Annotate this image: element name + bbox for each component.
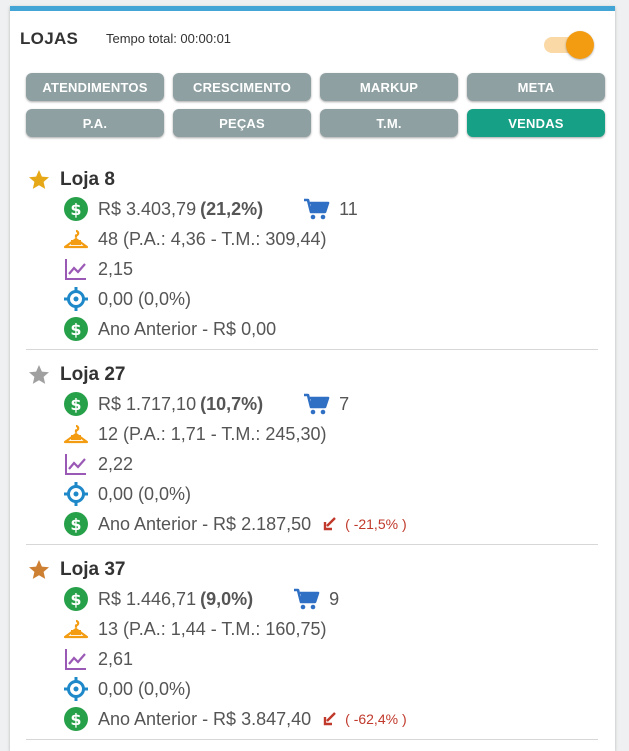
markup-row: 2,61: [63, 646, 133, 672]
stores-card: LOJAS Tempo total: 00:00:01 ATENDIMENTOS…: [10, 6, 615, 751]
target-value: 0,00 (0,0%): [98, 678, 192, 699]
markup-row: 2,22: [63, 451, 133, 477]
arrow-down-icon: [323, 517, 336, 531]
dollar-icon: $: [64, 197, 88, 221]
year-change: ( -21,5% ): [345, 516, 407, 532]
tab-meta[interactable]: META: [467, 73, 605, 101]
year-change: ( -62,4% ): [345, 711, 407, 727]
tab-pecas[interactable]: PEÇAS: [173, 109, 311, 137]
star-gold-icon: [29, 170, 49, 189]
last-year-value: Ano Anterior - R$ 2.187,50: [98, 513, 312, 534]
target-icon: [64, 482, 88, 506]
line-chart-icon: [65, 259, 86, 280]
dollar-icon: $: [64, 587, 88, 611]
pieces-row: 48 (P.A.: 4,36 - T.M.: 309,44): [63, 226, 326, 252]
dollar-icon: $: [64, 317, 88, 341]
markup-value: 2,15: [98, 258, 134, 279]
tab-pa[interactable]: P.A.: [26, 109, 164, 137]
header: LOJAS Tempo total: 00:00:01: [10, 11, 615, 59]
sales-row: $ R$ 1.446,71 (9,0%) 9: [63, 586, 339, 612]
sales-row: $ R$ 1.717,10 (10,7%) 7: [63, 391, 349, 417]
last-year-value: Ano Anterior - R$ 3.847,40: [98, 708, 312, 729]
divider: [26, 544, 598, 545]
markup-value: 2,22: [98, 453, 134, 474]
view-toggle[interactable]: [542, 31, 598, 59]
total-time-label: Tempo total: 00:00:01: [106, 31, 232, 46]
markup-value: 2,61: [98, 648, 134, 669]
hanger-icon: [63, 424, 89, 444]
divider: [26, 739, 598, 740]
store-header: Loja 8: [26, 167, 115, 193]
last-year-row: $ Ano Anterior - R$ 3.847,40 ( -62,4% ): [63, 706, 407, 732]
target-row: 0,00 (0,0%): [63, 676, 191, 702]
last-year-row: $ Ano Anterior - R$ 2.187,50 ( -21,5% ): [63, 511, 407, 537]
toggle-knob: [566, 31, 594, 59]
sales-value: R$ 3.403,79: [98, 198, 197, 219]
sales-value: R$ 1.717,10: [98, 393, 197, 414]
store-name: Loja 27: [60, 364, 126, 385]
cart-icon: [304, 393, 330, 415]
target-icon: [64, 677, 88, 701]
star-bronze-icon: [29, 560, 49, 579]
dollar-icon: $: [64, 512, 88, 536]
target-value: 0,00 (0,0%): [98, 483, 192, 504]
pieces-row: 12 (P.A.: 1,71 - T.M.: 245,30): [63, 421, 326, 447]
divider: [26, 349, 598, 350]
store-name: Loja 8: [60, 169, 115, 190]
store-header: Loja 37: [26, 557, 125, 583]
tab-atendimentos[interactable]: ATENDIMENTOS: [26, 73, 164, 101]
pieces-value: 13 (P.A.: 1,44 - T.M.: 160,75): [98, 618, 327, 639]
sales-share: (9,0%): [200, 588, 254, 609]
cart-icon: [294, 588, 320, 610]
tab-markup[interactable]: MARKUP: [320, 73, 458, 101]
last-year-row: $ Ano Anterior - R$ 0,00: [63, 316, 276, 342]
sales-share: (10,7%): [200, 393, 264, 414]
sales-share: (21,2%): [200, 198, 264, 219]
sales-row: $ R$ 3.403,79 (21,2%) 11: [63, 196, 358, 222]
target-value: 0,00 (0,0%): [98, 288, 192, 309]
store-header: Loja 27: [26, 362, 125, 388]
arrow-down-icon: [323, 712, 336, 726]
hanger-icon: [63, 229, 89, 249]
last-year-value: Ano Anterior - R$ 0,00: [98, 318, 277, 339]
markup-row: 2,15: [63, 256, 133, 282]
orders-count: 9: [329, 588, 340, 609]
hanger-icon: [63, 619, 89, 639]
line-chart-icon: [65, 454, 86, 475]
sales-value: R$ 1.446,71: [98, 588, 197, 609]
orders-count: 11: [339, 198, 358, 219]
pieces-row: 13 (P.A.: 1,44 - T.M.: 160,75): [63, 616, 326, 642]
line-chart-icon: [65, 649, 86, 670]
dollar-icon: $: [64, 392, 88, 416]
star-silver-icon: [29, 365, 49, 384]
pieces-value: 48 (P.A.: 4,36 - T.M.: 309,44): [98, 228, 327, 249]
store-name: Loja 37: [60, 559, 126, 580]
dollar-icon: $: [64, 707, 88, 731]
cart-icon: [304, 198, 330, 220]
page-title: LOJAS: [20, 29, 79, 48]
orders-count: 7: [339, 393, 350, 414]
tab-vendas[interactable]: VENDAS: [467, 109, 605, 137]
tab-tm[interactable]: T.M.: [320, 109, 458, 137]
tab-crescimento[interactable]: CRESCIMENTO: [173, 73, 311, 101]
target-row: 0,00 (0,0%): [63, 481, 191, 507]
target-icon: [64, 287, 88, 311]
target-row: 0,00 (0,0%): [63, 286, 191, 312]
pieces-value: 12 (P.A.: 1,71 - T.M.: 245,30): [98, 423, 327, 444]
